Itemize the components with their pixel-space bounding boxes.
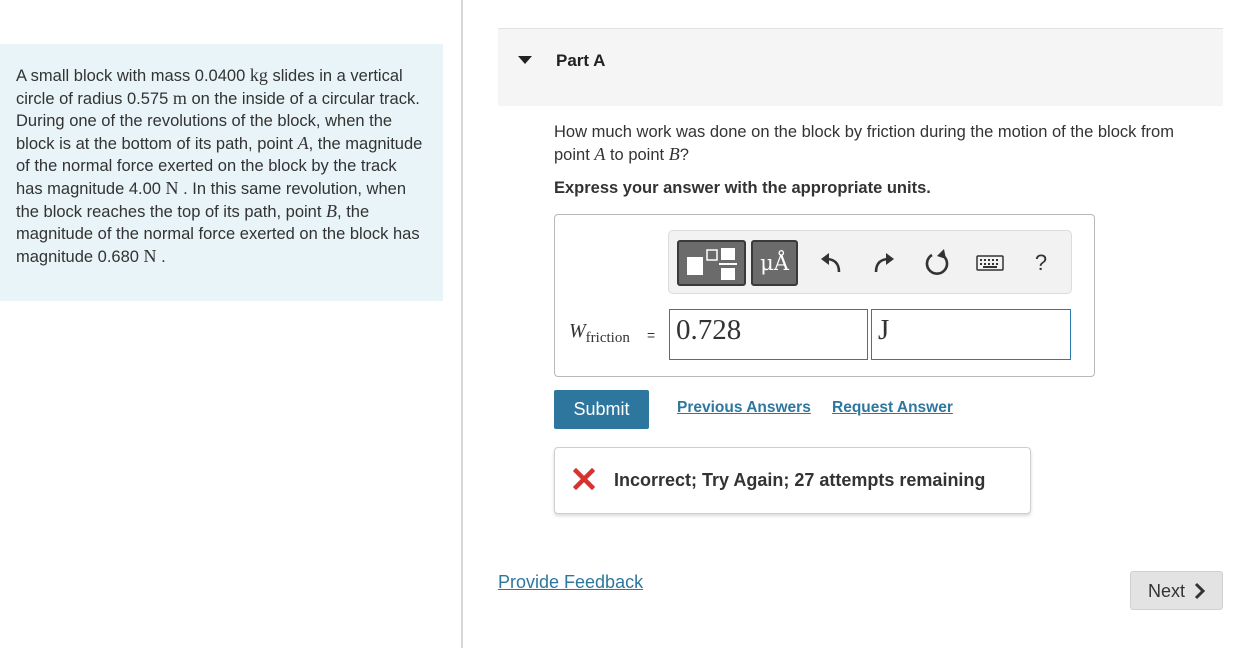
previous-answers-link[interactable]: Previous Answers — [677, 399, 811, 417]
provide-feedback-link[interactable]: Provide Feedback — [498, 572, 643, 593]
problem-text: . — [161, 248, 166, 266]
part-title: Part A — [556, 51, 606, 70]
keyboard-icon — [976, 255, 1004, 271]
math-toolbar: μÅ ? — [668, 230, 1072, 294]
unit-kg: kg — [249, 65, 268, 85]
unit-n: N — [165, 178, 179, 198]
next-button[interactable]: Next — [1130, 571, 1223, 610]
reset-icon — [925, 249, 949, 275]
part-a-header[interactable]: Part A — [498, 28, 1223, 106]
unit-input[interactable]: J — [871, 309, 1071, 360]
feedback-message-box: Incorrect; Try Again; 27 attempts remain… — [554, 447, 1031, 514]
answer-box: μÅ ? Wfriction = 0.728 J — [554, 214, 1095, 377]
question-text: How much work was done on the block by f… — [554, 123, 1174, 164]
variable-symbol: W — [569, 320, 586, 342]
request-answer-link[interactable]: Request Answer — [832, 399, 953, 417]
redo-button[interactable] — [865, 243, 903, 283]
next-label: Next — [1148, 581, 1186, 601]
reset-button[interactable] — [918, 243, 956, 283]
unit-m: m — [172, 88, 187, 108]
point-b: B — [668, 144, 680, 164]
point-b: B — [326, 201, 338, 221]
help-button[interactable]: ? — [1022, 243, 1060, 283]
undo-icon — [821, 253, 841, 273]
answer-instructions: Express your answer with the appropriate… — [554, 179, 931, 197]
variable-subscript: friction — [585, 330, 630, 346]
chevron-right-icon — [1194, 582, 1206, 600]
problem-text: A small block with mass 0.0400 — [16, 67, 246, 85]
point-a: A — [594, 144, 606, 164]
variable-label: Wfriction — [569, 320, 630, 346]
equals-sign: = — [647, 327, 656, 343]
problem-statement: A small block with mass 0.0400 kg slides… — [0, 44, 443, 301]
point-a: A — [297, 133, 309, 153]
value-input[interactable]: 0.728 — [669, 309, 868, 360]
collapse-caret-icon[interactable] — [518, 56, 532, 64]
templates-icon — [687, 248, 737, 280]
templates-button[interactable] — [677, 240, 746, 286]
keyboard-button[interactable] — [971, 243, 1009, 283]
incorrect-x-icon — [573, 468, 595, 490]
redo-icon — [874, 253, 894, 273]
undo-button[interactable] — [812, 243, 850, 283]
submit-button[interactable]: Submit — [554, 390, 649, 429]
feedback-text: Incorrect; Try Again; 27 attempts remain… — [614, 470, 986, 490]
unit-n: N — [143, 246, 157, 266]
panel-divider — [461, 0, 463, 648]
units-button[interactable]: μÅ — [751, 240, 798, 286]
